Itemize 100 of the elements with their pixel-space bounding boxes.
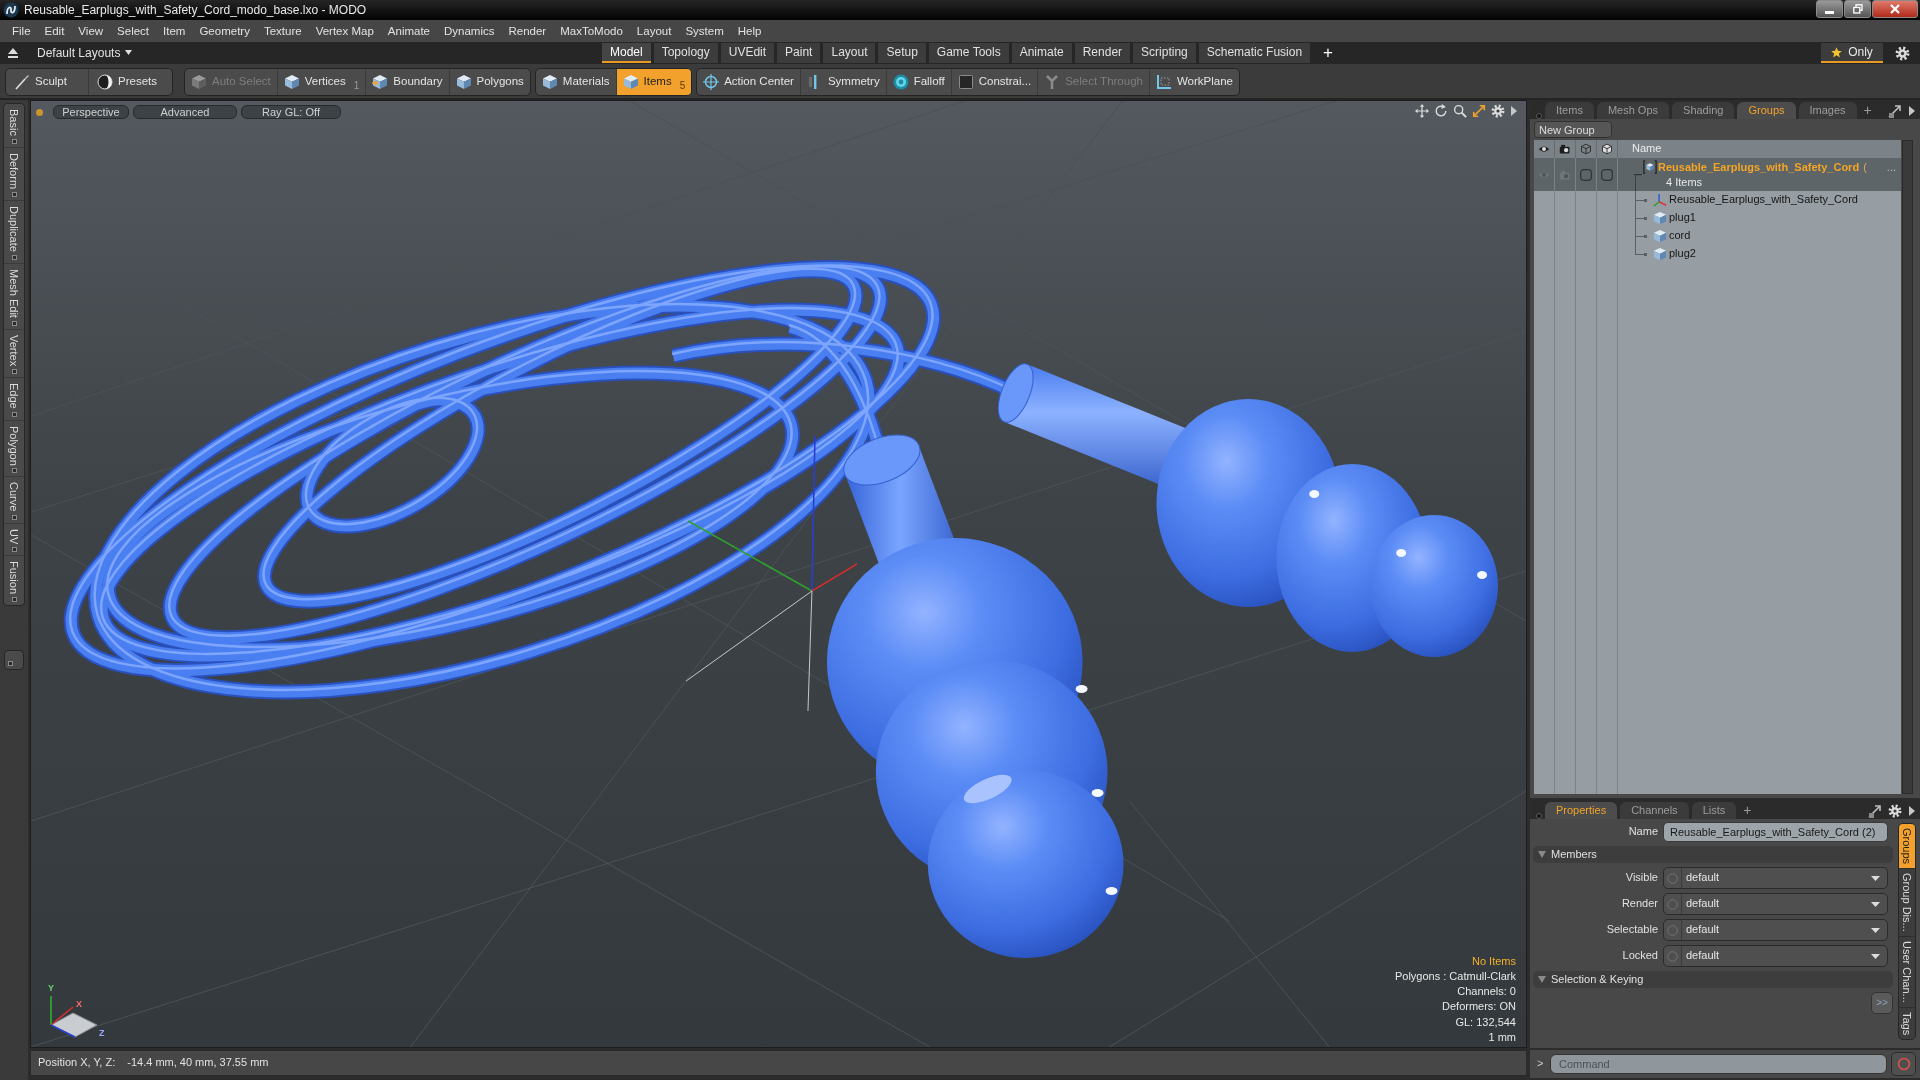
viewport-button[interactable]: Advanced bbox=[133, 105, 237, 119]
dropdown[interactable]: default bbox=[1663, 867, 1888, 889]
toolbar-button[interactable]: Presets bbox=[89, 69, 172, 95]
close-button[interactable] bbox=[1872, 0, 1918, 18]
side-tab[interactable]: Groups bbox=[1899, 824, 1915, 870]
toolbar-button[interactable]: Sculpt bbox=[6, 69, 89, 95]
dropdown[interactable]: default bbox=[1663, 945, 1888, 967]
side-tab[interactable]: Fusion bbox=[6, 556, 22, 598]
only-toggle[interactable]: Only bbox=[1821, 43, 1883, 63]
dropdown[interactable]: default bbox=[1663, 893, 1888, 915]
menu-item[interactable]: Animate bbox=[380, 20, 437, 42]
menu-item[interactable]: Layout bbox=[629, 20, 679, 42]
maximize-icon[interactable] bbox=[1472, 104, 1486, 118]
settings-icon[interactable] bbox=[1888, 803, 1902, 818]
side-tab[interactable]: Group Dis... bbox=[1899, 869, 1915, 937]
toolbar-button[interactable]: Falloff bbox=[886, 69, 952, 95]
menu-item[interactable]: System bbox=[678, 20, 731, 42]
layout-tab[interactable]: UVEdit bbox=[720, 43, 775, 63]
dropdown[interactable]: default bbox=[1663, 919, 1888, 941]
panel-tab[interactable]: Mesh Ops bbox=[1596, 102, 1670, 119]
layout-tab[interactable]: Game Tools bbox=[928, 43, 1009, 63]
menu-item[interactable]: Select bbox=[110, 20, 157, 42]
side-tab[interactable]: Polygon bbox=[6, 420, 22, 469]
side-tab[interactable]: Edge bbox=[6, 377, 22, 412]
expand-icon[interactable] bbox=[1868, 803, 1882, 818]
toolbar-button[interactable]: Items 5 bbox=[616, 69, 692, 95]
viewport-button[interactable]: Perspective bbox=[53, 105, 129, 119]
expand-icon[interactable] bbox=[1888, 103, 1902, 118]
panel-tab[interactable]: Items bbox=[1545, 102, 1594, 119]
layout-tab[interactable]: Schematic Fusion bbox=[1198, 43, 1311, 63]
menu-item[interactable]: Render bbox=[501, 20, 554, 42]
settings-icon[interactable] bbox=[1491, 104, 1505, 118]
layout-tab[interactable]: Scripting bbox=[1133, 43, 1196, 63]
viewport-button[interactable]: Ray GL: Off bbox=[241, 105, 341, 119]
maximize-button[interactable] bbox=[1844, 0, 1871, 18]
toolbar-button[interactable]: WorkPlane bbox=[1149, 69, 1239, 95]
menu-item[interactable]: Help bbox=[730, 20, 769, 42]
tree-row[interactable]: Reusable_Earplugs_with_Safety_Cord bbox=[1534, 191, 1901, 209]
side-tab[interactable]: Tags bbox=[1899, 1007, 1915, 1039]
add-tab-button[interactable]: + bbox=[1739, 802, 1756, 819]
empty-checkbox[interactable] bbox=[1580, 168, 1592, 181]
section-header[interactable]: Selection & Keying bbox=[1533, 971, 1893, 988]
caret-right-icon[interactable] bbox=[1908, 104, 1916, 117]
zoom-icon[interactable] bbox=[1453, 104, 1467, 118]
layout-tab[interactable]: Topology bbox=[653, 43, 718, 63]
layout-tab[interactable]: Render bbox=[1074, 43, 1131, 63]
side-tab[interactable]: Deform bbox=[6, 147, 22, 192]
tree-row[interactable]: Reusable_Earplugs_with_Safety_Cord ( ... 4 Items bbox=[1534, 158, 1901, 191]
empty-checkbox[interactable] bbox=[1601, 168, 1613, 181]
menu-item[interactable]: Edit bbox=[37, 20, 72, 42]
toolbar-button[interactable]: Symmetry bbox=[800, 69, 887, 95]
menu-item[interactable]: File bbox=[5, 20, 38, 42]
panel-tab[interactable]: Shading bbox=[1672, 102, 1735, 119]
layout-tab[interactable]: Animate bbox=[1011, 43, 1072, 63]
side-tab[interactable]: Basic bbox=[6, 104, 22, 139]
toolbar-button[interactable]: Boundary bbox=[366, 69, 450, 95]
toolbar-button[interactable]: Constrai... bbox=[951, 69, 1039, 95]
panel-tab[interactable]: Properties bbox=[1545, 802, 1618, 819]
scrollbar[interactable] bbox=[1902, 140, 1913, 794]
toolbar-button[interactable]: Materials bbox=[535, 69, 617, 95]
side-tab[interactable]: User Chan... bbox=[1899, 936, 1915, 1008]
tree-row[interactable]: cord bbox=[1534, 227, 1901, 245]
menu-item[interactable]: View bbox=[71, 20, 111, 42]
name-field[interactable]: Reusable_Earplugs_with_Safety_Cord (2) bbox=[1663, 822, 1888, 842]
strip-toggle-button[interactable] bbox=[4, 650, 24, 671]
command-field[interactable]: Command bbox=[1550, 1054, 1887, 1074]
side-tab[interactable]: Vertex bbox=[6, 329, 22, 369]
menu-item[interactable]: Geometry bbox=[192, 20, 257, 42]
menu-item[interactable]: Dynamics bbox=[437, 20, 502, 42]
record-button[interactable] bbox=[1891, 1052, 1916, 1076]
tree-row[interactable]: plug2 bbox=[1534, 245, 1901, 263]
side-tab[interactable]: Duplicate bbox=[6, 200, 22, 255]
minimize-button[interactable] bbox=[1816, 0, 1843, 18]
menu-item[interactable]: Texture bbox=[256, 20, 309, 42]
layout-dropdown[interactable]: Default Layouts bbox=[37, 45, 133, 61]
menu-item[interactable]: Item bbox=[156, 20, 193, 42]
layout-tab[interactable]: Paint bbox=[777, 43, 821, 63]
caret-right-icon[interactable] bbox=[1510, 105, 1518, 117]
layout-tab[interactable]: Model bbox=[602, 43, 651, 63]
toolbar-button[interactable]: Action Center bbox=[697, 69, 801, 95]
toolbar-button[interactable]: Vertices 1 bbox=[277, 69, 367, 95]
move-icon[interactable] bbox=[1415, 104, 1429, 118]
menu-item[interactable]: MaxToModo bbox=[553, 20, 630, 42]
side-tab[interactable]: Curve bbox=[6, 477, 22, 515]
panel-tab[interactable]: Groups bbox=[1737, 102, 1796, 119]
panel-tab[interactable]: Images bbox=[1798, 102, 1857, 119]
section-header[interactable]: Members bbox=[1533, 846, 1893, 863]
new-group-button[interactable]: New Group bbox=[1534, 121, 1612, 138]
layout-tab[interactable]: Layout bbox=[823, 43, 876, 63]
caret-right-icon[interactable] bbox=[1908, 804, 1916, 817]
layout-tab[interactable]: Setup bbox=[878, 43, 926, 63]
panel-tab[interactable]: Channels bbox=[1620, 802, 1689, 819]
add-tab-button[interactable]: + bbox=[1313, 44, 1344, 62]
toolbar-button[interactable]: Polygons bbox=[449, 69, 530, 95]
panel-tab[interactable]: Lists bbox=[1691, 802, 1737, 819]
tree-row[interactable]: plug1 bbox=[1534, 209, 1901, 227]
add-tab-button[interactable]: + bbox=[1859, 102, 1876, 119]
side-tab[interactable]: Mesh Edit bbox=[6, 263, 22, 321]
menu-item[interactable]: Vertex Map bbox=[308, 20, 381, 42]
side-tab[interactable]: UV bbox=[6, 523, 22, 548]
